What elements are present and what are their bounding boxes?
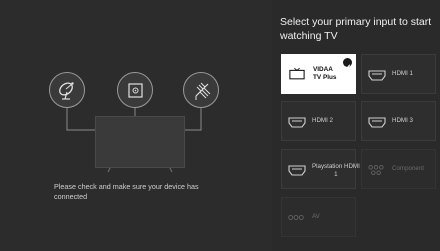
input-tile-vidaa-tv-plus[interactable]: VIDAA TV Plus [281, 54, 356, 94]
tv-illustration [95, 116, 185, 168]
input-label: HDMI 3 [392, 117, 413, 124]
input-label: HDMI 1 [392, 70, 413, 77]
input-tile-hdmi-2[interactable]: HDMI 2 [281, 101, 356, 141]
antenna-icon [183, 72, 219, 108]
selected-check-icon [343, 58, 352, 70]
set-top-box-icon [117, 72, 153, 108]
hdmi-icon [368, 117, 386, 128]
input-label: AV [312, 213, 320, 220]
input-setup-screen: Please check and make sure your device h… [0, 0, 440, 251]
satellite-dish-icon [49, 72, 85, 108]
hdmi-icon [368, 70, 386, 81]
tv-icon [289, 67, 305, 80]
component-icon [368, 165, 384, 175]
page-title: Select your primary input to start watch… [280, 16, 432, 42]
input-label: HDMI 2 [312, 117, 333, 124]
input-tile-playstation-hdmi-1[interactable]: Playstation HDMI 1 [281, 149, 360, 189]
input-label: Playstation HDMI 1 [312, 163, 360, 178]
hdmi-icon [288, 117, 306, 128]
input-label: VIDAA TV Plus [313, 66, 337, 81]
input-tile-av[interactable]: AV [281, 197, 356, 237]
input-label: Component [392, 165, 424, 172]
connection-message: Please check and make sure your device h… [54, 182, 199, 201]
av-icon [288, 215, 304, 220]
hdmi-icon [288, 165, 306, 176]
input-tile-hdmi-1[interactable]: HDMI 1 [361, 54, 436, 94]
input-tile-hdmi-3[interactable]: HDMI 3 [361, 101, 436, 141]
input-tile-component[interactable]: Component [361, 149, 436, 189]
